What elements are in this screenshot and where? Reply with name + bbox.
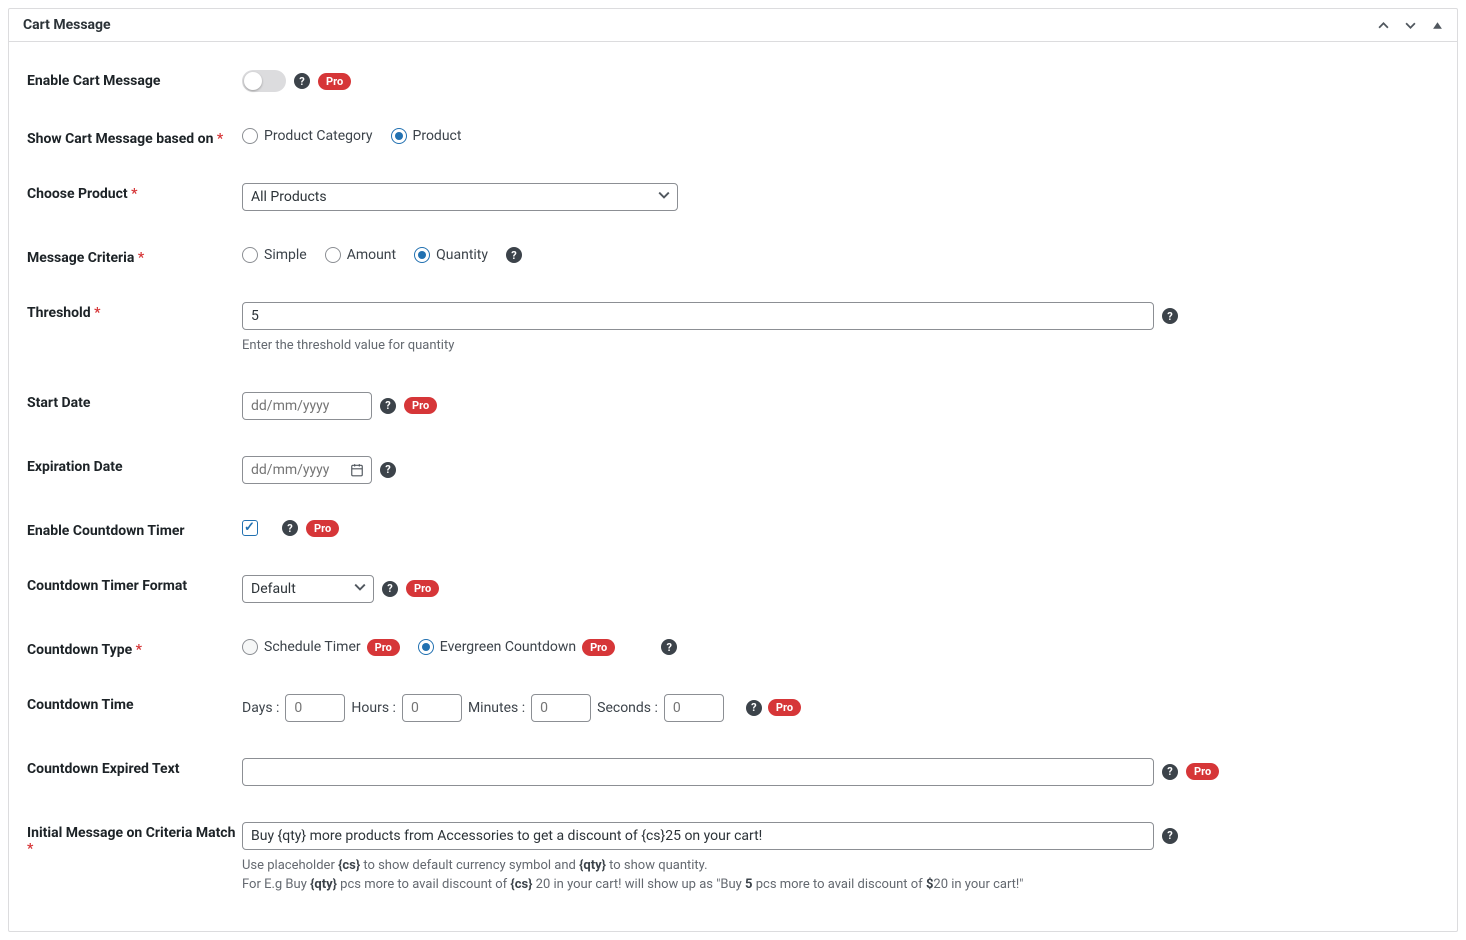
collapse-triangle-icon[interactable] bbox=[1432, 20, 1443, 31]
pro-badge: Pro bbox=[1186, 763, 1219, 780]
help-icon[interactable]: ? bbox=[1162, 308, 1178, 324]
help-icon[interactable]: ? bbox=[746, 700, 762, 716]
row-choose-product: Choose Product * All Products bbox=[27, 165, 1439, 229]
threshold-label: Threshold * bbox=[27, 302, 242, 321]
help-icon[interactable]: ? bbox=[282, 520, 298, 536]
radio-label: Amount bbox=[347, 247, 396, 263]
radio-quantity-input[interactable] bbox=[414, 247, 430, 263]
radio-product-input[interactable] bbox=[391, 128, 407, 144]
pro-badge: Pro bbox=[318, 73, 351, 90]
choose-product-label: Choose Product * bbox=[27, 183, 242, 202]
expiration-date-input[interactable] bbox=[242, 456, 372, 484]
expired-text-input bbox=[242, 758, 1154, 786]
radio-evergreen-input[interactable] bbox=[418, 639, 434, 655]
radio-amount[interactable]: Amount bbox=[325, 247, 396, 263]
radio-simple-input[interactable] bbox=[242, 247, 258, 263]
seconds-input bbox=[664, 694, 724, 722]
pro-badge: Pro bbox=[768, 699, 801, 716]
help-icon[interactable]: ? bbox=[1162, 828, 1178, 844]
chevron-up-icon[interactable] bbox=[1378, 20, 1389, 31]
expired-text-label: Countdown Expired Text bbox=[27, 758, 242, 777]
days-label: Days : bbox=[242, 700, 279, 716]
radio-product[interactable]: Product bbox=[391, 128, 462, 144]
row-enable-cart-message: Enable Cart Message ? Pro bbox=[27, 52, 1439, 110]
row-countdown-time: Countdown Time Days : Hours : Minutes : … bbox=[27, 676, 1439, 740]
start-date-input bbox=[242, 392, 372, 420]
radio-label: Evergreen Countdown bbox=[440, 639, 576, 655]
row-expiration-date: Expiration Date ? bbox=[27, 438, 1439, 502]
radio-label: Quantity bbox=[436, 247, 488, 263]
seconds-label: Seconds : bbox=[597, 700, 658, 716]
help-icon[interactable]: ? bbox=[294, 73, 310, 89]
help-icon[interactable]: ? bbox=[661, 639, 677, 655]
countdown-format-label: Countdown Timer Format bbox=[27, 575, 242, 594]
radio-schedule-input bbox=[242, 639, 258, 655]
pro-badge: Pro bbox=[406, 580, 439, 597]
radio-label: Schedule Timer bbox=[264, 639, 361, 655]
minutes-label: Minutes : bbox=[468, 700, 525, 716]
pro-badge: Pro bbox=[404, 397, 437, 414]
enable-toggle[interactable] bbox=[242, 70, 286, 92]
row-enable-countdown: Enable Countdown Timer ? Pro bbox=[27, 502, 1439, 557]
choose-product-select[interactable]: All Products bbox=[242, 183, 678, 211]
help-icon[interactable]: ? bbox=[382, 581, 398, 597]
panel-body: Enable Cart Message ? Pro Show Cart Mess… bbox=[9, 42, 1457, 931]
help-icon[interactable]: ? bbox=[1162, 764, 1178, 780]
row-based-on: Show Cart Message based on * Product Cat… bbox=[27, 110, 1439, 165]
row-start-date: Start Date ? Pro bbox=[27, 374, 1439, 438]
enable-countdown-label: Enable Countdown Timer bbox=[27, 520, 242, 539]
radio-evergreen[interactable]: Evergreen Countdown Pro bbox=[418, 639, 615, 656]
countdown-time-label: Countdown Time bbox=[27, 694, 242, 713]
radio-simple[interactable]: Simple bbox=[242, 247, 307, 263]
threshold-help: Enter the threshold value for quantity bbox=[242, 336, 1439, 356]
hours-input bbox=[402, 694, 462, 722]
help-icon[interactable]: ? bbox=[506, 247, 522, 263]
cart-message-panel: Cart Message Enable Cart Message ? Pro S… bbox=[8, 8, 1458, 932]
threshold-input[interactable] bbox=[242, 302, 1154, 330]
enable-countdown-checkbox[interactable] bbox=[242, 520, 258, 536]
row-countdown-type: Countdown Type * Schedule Timer Pro Ever… bbox=[27, 621, 1439, 676]
initial-message-help: Use placeholder {cs} to show default cur… bbox=[242, 856, 1439, 895]
row-threshold: Threshold * ? Enter the threshold value … bbox=[27, 284, 1439, 374]
radio-label: Product Category bbox=[264, 128, 373, 144]
radio-schedule-timer: Schedule Timer Pro bbox=[242, 639, 400, 656]
row-countdown-format: Countdown Timer Format Default ? Pro bbox=[27, 557, 1439, 621]
panel-header: Cart Message bbox=[9, 9, 1457, 42]
panel-header-actions bbox=[1378, 20, 1443, 31]
row-expired-text: Countdown Expired Text ? Pro bbox=[27, 740, 1439, 804]
row-message-criteria: Message Criteria * Simple Amount Quantit… bbox=[27, 229, 1439, 284]
start-date-label: Start Date bbox=[27, 392, 242, 411]
radio-label: Product bbox=[413, 128, 462, 144]
enable-label: Enable Cart Message bbox=[27, 70, 242, 89]
based-on-label: Show Cart Message based on * bbox=[27, 128, 242, 147]
pro-badge: Pro bbox=[306, 520, 339, 537]
criteria-label: Message Criteria * bbox=[27, 247, 242, 266]
radio-product-category[interactable]: Product Category bbox=[242, 128, 373, 144]
initial-message-label: Initial Message on Criteria Match * bbox=[27, 822, 242, 857]
pro-badge: Pro bbox=[367, 639, 400, 656]
days-input bbox=[285, 694, 345, 722]
hours-label: Hours : bbox=[351, 700, 396, 716]
chevron-down-icon[interactable] bbox=[1405, 20, 1416, 31]
panel-title: Cart Message bbox=[23, 17, 111, 33]
help-icon[interactable]: ? bbox=[380, 398, 396, 414]
radio-label: Simple bbox=[264, 247, 307, 263]
help-icon[interactable]: ? bbox=[380, 462, 396, 478]
countdown-format-select[interactable]: Default bbox=[242, 575, 374, 603]
radio-product-category-input[interactable] bbox=[242, 128, 258, 144]
row-initial-message: Initial Message on Criteria Match * ? Us… bbox=[27, 804, 1439, 913]
minutes-input bbox=[531, 694, 591, 722]
expiration-date-label: Expiration Date bbox=[27, 456, 242, 475]
countdown-type-label: Countdown Type * bbox=[27, 639, 242, 658]
pro-badge: Pro bbox=[582, 639, 615, 656]
radio-amount-input[interactable] bbox=[325, 247, 341, 263]
initial-message-input[interactable] bbox=[242, 822, 1154, 850]
radio-quantity[interactable]: Quantity bbox=[414, 247, 488, 263]
